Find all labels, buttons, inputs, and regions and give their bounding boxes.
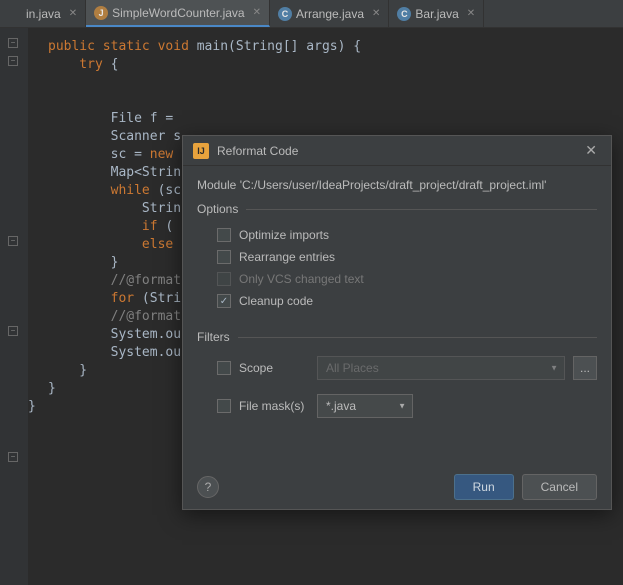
only-vcs-row: Only VCS changed text bbox=[197, 268, 597, 290]
fold-marker-icon[interactable]: − bbox=[8, 452, 18, 462]
tab-simple-word-counter[interactable]: J SimpleWordCounter.java ✕ bbox=[86, 0, 270, 27]
scope-combobox[interactable]: All Places ▼ bbox=[317, 356, 565, 380]
java-class-icon: C bbox=[397, 7, 411, 21]
fold-marker-icon[interactable]: − bbox=[8, 38, 18, 48]
file-mask-field[interactable]: *.java ▼ bbox=[317, 394, 413, 418]
scope-checkbox[interactable] bbox=[217, 361, 231, 375]
optimize-imports-label: Optimize imports bbox=[239, 228, 329, 242]
java-class-icon: J bbox=[94, 6, 108, 20]
close-icon[interactable]: ✕ bbox=[581, 142, 601, 159]
file-mask-value: *.java bbox=[326, 399, 356, 413]
rearrange-entries-row[interactable]: Rearrange entries bbox=[197, 246, 597, 268]
cleanup-code-label: Cleanup code bbox=[239, 294, 313, 308]
tab-arrange[interactable]: C Arrange.java ✕ bbox=[270, 0, 389, 27]
checkbox-checked-icon[interactable] bbox=[217, 294, 231, 308]
filters-section-title: Filters bbox=[197, 330, 597, 344]
checkbox-unchecked-icon[interactable] bbox=[217, 228, 231, 242]
fold-marker-icon[interactable]: − bbox=[8, 326, 18, 336]
dialog-title: Reformat Code bbox=[217, 144, 581, 158]
editor-gutter: − − − − − bbox=[0, 28, 28, 585]
file-mask-checkbox[interactable] bbox=[217, 399, 231, 413]
close-icon[interactable]: ✕ bbox=[372, 8, 380, 19]
file-mask-row: File mask(s) *.java ▼ bbox=[197, 390, 597, 422]
dialog-footer: ? Run Cancel bbox=[183, 465, 611, 509]
dialog-header: IJ Reformat Code ✕ bbox=[183, 136, 611, 166]
scope-row: Scope All Places ▼ ... bbox=[197, 352, 597, 384]
editor-tabs: in.java ✕ J SimpleWordCounter.java ✕ C A… bbox=[0, 0, 623, 28]
module-path-text: Module 'C:/Users/user/IdeaProjects/draft… bbox=[197, 178, 597, 192]
file-mask-label: File mask(s) bbox=[239, 399, 309, 413]
chevron-down-icon: ▼ bbox=[550, 364, 558, 373]
fold-marker-icon[interactable]: − bbox=[8, 236, 18, 246]
scope-label: Scope bbox=[239, 361, 309, 375]
chevron-down-icon: ▼ bbox=[398, 402, 406, 411]
intellij-icon: IJ bbox=[193, 143, 209, 159]
ellipsis-icon: ... bbox=[580, 361, 590, 375]
help-button[interactable]: ? bbox=[197, 476, 219, 498]
cancel-button[interactable]: Cancel bbox=[522, 474, 597, 500]
checkbox-disabled-icon bbox=[217, 272, 231, 286]
optimize-imports-row[interactable]: Optimize imports bbox=[197, 224, 597, 246]
dialog-body: Module 'C:/Users/user/IdeaProjects/draft… bbox=[183, 166, 611, 465]
reformat-code-dialog: IJ Reformat Code ✕ Module 'C:/Users/user… bbox=[182, 135, 612, 510]
fold-marker-icon[interactable]: − bbox=[8, 56, 18, 66]
tab-in-java[interactable]: in.java ✕ bbox=[0, 0, 86, 27]
checkbox-unchecked-icon[interactable] bbox=[217, 250, 231, 264]
tab-label: SimpleWordCounter.java bbox=[112, 6, 245, 20]
tab-label: Arrange.java bbox=[296, 7, 364, 21]
options-section-title: Options bbox=[197, 202, 597, 216]
tab-label: in.java bbox=[26, 7, 61, 21]
cleanup-code-row[interactable]: Cleanup code bbox=[197, 290, 597, 312]
java-file-icon bbox=[8, 7, 22, 21]
close-icon[interactable]: ✕ bbox=[467, 8, 475, 19]
help-icon: ? bbox=[205, 480, 212, 494]
run-button[interactable]: Run bbox=[454, 474, 514, 500]
close-icon[interactable]: ✕ bbox=[69, 8, 77, 19]
only-vcs-label: Only VCS changed text bbox=[239, 272, 364, 286]
scope-value: All Places bbox=[326, 361, 379, 375]
tab-bar[interactable]: C Bar.java ✕ bbox=[389, 0, 484, 27]
rearrange-entries-label: Rearrange entries bbox=[239, 250, 335, 264]
scope-browse-button[interactable]: ... bbox=[573, 356, 597, 380]
close-icon[interactable]: ✕ bbox=[253, 7, 261, 18]
java-class-icon: C bbox=[278, 7, 292, 21]
tab-label: Bar.java bbox=[415, 7, 458, 21]
